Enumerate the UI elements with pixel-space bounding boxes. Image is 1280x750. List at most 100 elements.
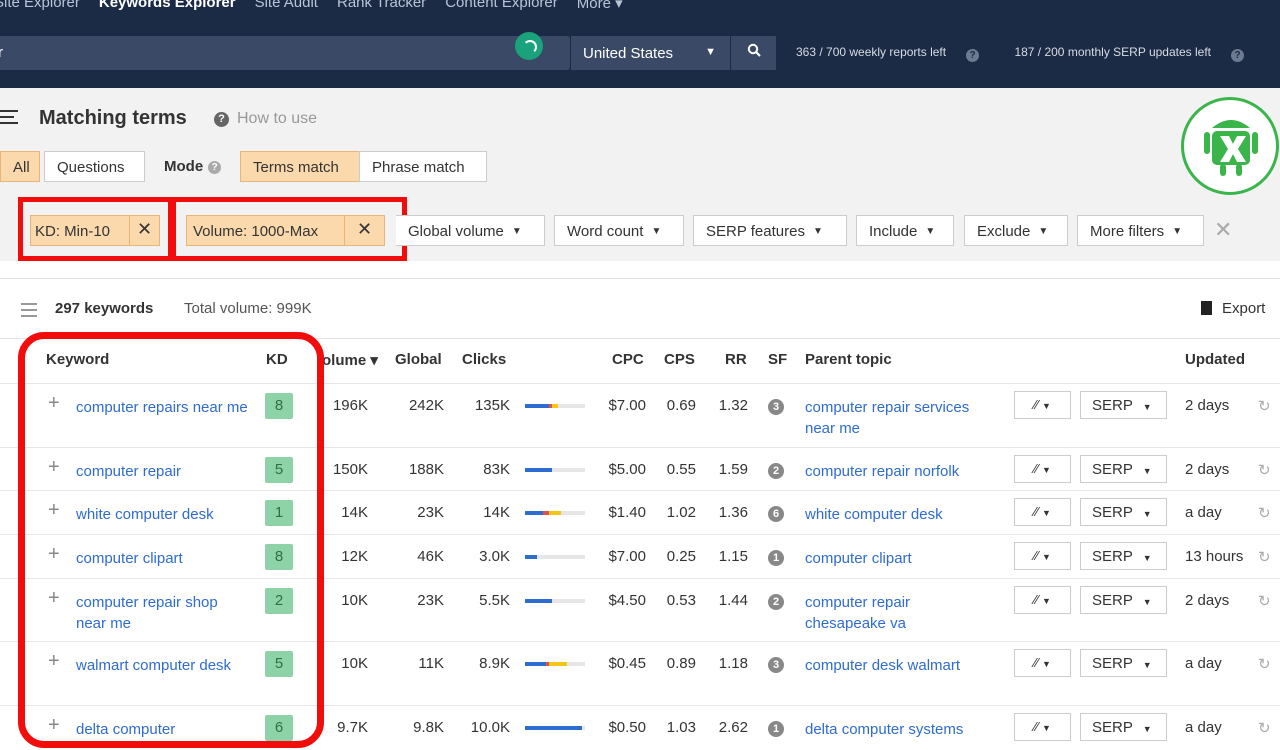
caret-down-icon: ▼ <box>1142 597 1152 607</box>
serp-button-label: SERP <box>1092 655 1133 672</box>
mode-phrase-match[interactable]: Phrase match <box>359 151 487 182</box>
how-to-use-link[interactable]: ? How to use <box>214 110 317 128</box>
clear-filters-icon[interactable]: ✕ <box>1214 217 1232 243</box>
help-icon[interactable]: ? <box>966 49 980 62</box>
refresh-icon[interactable]: ↻ <box>1258 461 1271 479</box>
global-volume-dropdown[interactable]: Global volume ▼ <box>396 215 545 246</box>
parent-topic-link[interactable]: white computer desk <box>805 504 995 525</box>
caret-down-icon: ▼ <box>812 226 823 237</box>
serp-features-count[interactable]: 2 <box>768 594 784 610</box>
refresh-icon[interactable]: ↻ <box>1258 504 1271 522</box>
caret-down-icon: ▼ <box>1142 509 1152 519</box>
nav-item[interactable]: Site Explorer <box>0 0 80 12</box>
exclude-dropdown[interactable]: Exclude ▼ <box>964 215 1068 246</box>
parent-topic-link[interactable]: computer repair services near me <box>805 397 995 439</box>
trend-button[interactable]: ⁄⁄ ▼ <box>1014 391 1071 419</box>
serp-features-dropdown[interactable]: SERP features ▼ <box>693 215 847 246</box>
caret-down-icon: ▼ <box>511 226 522 237</box>
trend-button[interactable]: ⁄⁄ ▼ <box>1014 713 1071 741</box>
search-button[interactable] <box>731 36 776 70</box>
cps-value: 0.55 <box>666 461 696 478</box>
parent-topic-link[interactable]: computer desk walmart <box>805 655 995 676</box>
parent-topic-link[interactable]: computer repair chesapeake va <box>805 592 995 634</box>
serp-button-label: SERP <box>1092 719 1133 736</box>
serp-button[interactable]: SERP ▼ <box>1080 498 1167 526</box>
country-select[interactable]: United States ▼ <box>570 36 730 70</box>
columns-menu-icon[interactable] <box>21 303 37 321</box>
trend-button[interactable]: ⁄⁄ ▼ <box>1014 542 1071 570</box>
clicks-bar-segment <box>525 511 543 515</box>
serp-features-count[interactable]: 1 <box>768 721 784 737</box>
trend-button[interactable]: ⁄⁄ ▼ <box>1014 649 1071 677</box>
global-volume-value: 242K <box>408 397 444 414</box>
col-updated[interactable]: Updated <box>1185 351 1245 368</box>
col-rr[interactable]: RR <box>725 351 747 368</box>
refresh-icon[interactable]: ↻ <box>1258 592 1271 610</box>
rr-value: 1.36 <box>718 504 748 521</box>
dropdown-label: SERP features <box>706 223 805 240</box>
serp-features-count[interactable]: 3 <box>768 657 784 673</box>
nav-item[interactable]: Rank Tracker <box>337 0 426 12</box>
serp-button[interactable]: SERP ▼ <box>1080 542 1167 570</box>
trend-button[interactable]: ⁄⁄ ▼ <box>1014 586 1071 614</box>
cpc-value: $0.50 <box>608 719 646 736</box>
rr-value: 1.44 <box>718 592 748 609</box>
updated-value: 13 hours <box>1185 548 1244 565</box>
col-sf[interactable]: SF <box>768 351 787 368</box>
clicks-bar <box>525 511 585 515</box>
parent-topic-link[interactable]: computer repair norfolk <box>805 461 995 482</box>
trend-button[interactable]: ⁄⁄ ▼ <box>1014 455 1071 483</box>
caret-down-icon: ▼ <box>1042 659 1051 669</box>
help-icon[interactable]: ? <box>1231 49 1245 62</box>
serp-features-count[interactable]: 3 <box>768 399 784 415</box>
tab-questions[interactable]: Questions <box>44 151 145 182</box>
serp-features-count[interactable]: 6 <box>768 506 784 522</box>
mode-terms-match[interactable]: Terms match <box>240 151 360 182</box>
loading-spinner-icon <box>515 32 543 60</box>
serp-features-count[interactable]: 2 <box>768 463 784 479</box>
cps-value: 0.53 <box>666 592 696 609</box>
nav-item[interactable]: More ▾ <box>577 0 623 12</box>
keyword-search-input[interactable]: r <box>0 36 570 70</box>
search-icon <box>747 43 761 57</box>
updated-value: 2 days <box>1185 592 1230 609</box>
serp-features-count[interactable]: 1 <box>768 550 784 566</box>
parent-topic-link[interactable]: computer clipart <box>805 548 995 569</box>
export-button[interactable]: Export <box>1201 300 1265 317</box>
trend-button[interactable]: ⁄⁄ ▼ <box>1014 498 1071 526</box>
caret-down-icon: ▼ <box>1142 724 1152 734</box>
top-nav-items: Site Explorer Keywords Explorer Site Audit… <box>0 0 623 12</box>
caret-down-icon: ▼ <box>1042 401 1051 411</box>
serp-button[interactable]: SERP ▼ <box>1080 455 1167 483</box>
nav-item[interactable]: Content Explorer <box>445 0 558 12</box>
clicks-bar-segment <box>525 555 537 559</box>
nav-item[interactable]: Keywords Explorer <box>99 0 236 12</box>
col-clicks[interactable]: Clicks <box>462 351 506 368</box>
cpc-value: $5.00 <box>608 461 646 478</box>
col-cpc[interactable]: CPC <box>612 351 644 368</box>
serp-button[interactable]: SERP ▼ <box>1080 586 1167 614</box>
tab-all[interactable]: All <box>0 151 40 182</box>
more-filters-dropdown[interactable]: More filters ▼ <box>1077 215 1204 246</box>
serp-button[interactable]: SERP ▼ <box>1080 391 1167 419</box>
word-count-dropdown[interactable]: Word count ▼ <box>554 215 684 246</box>
col-parent-topic[interactable]: Parent topic <box>805 351 892 368</box>
caret-down-icon: ▼ <box>1042 723 1051 733</box>
col-cps[interactable]: CPS <box>664 351 695 368</box>
serp-button[interactable]: SERP ▼ <box>1080 649 1167 677</box>
refresh-icon[interactable]: ↻ <box>1258 397 1271 415</box>
col-global[interactable]: Global <box>395 351 442 368</box>
nav-item[interactable]: Site Audit <box>255 0 318 12</box>
cpc-value: $4.50 <box>608 592 646 609</box>
serp-button[interactable]: SERP ▼ <box>1080 713 1167 741</box>
refresh-icon[interactable]: ↻ <box>1258 655 1271 673</box>
parent-topic-link[interactable]: delta computer systems <box>805 719 995 740</box>
clicks-bar-segment <box>525 662 546 666</box>
question-icon[interactable]: ? <box>208 161 222 174</box>
global-volume-value: 23K <box>417 504 444 521</box>
hamburger-menu-icon[interactable] <box>0 110 18 128</box>
include-dropdown[interactable]: Include ▼ <box>856 215 954 246</box>
col-volume[interactable]: olume ▾ <box>322 351 378 369</box>
refresh-icon[interactable]: ↻ <box>1258 548 1271 566</box>
refresh-icon[interactable]: ↻ <box>1258 719 1271 737</box>
